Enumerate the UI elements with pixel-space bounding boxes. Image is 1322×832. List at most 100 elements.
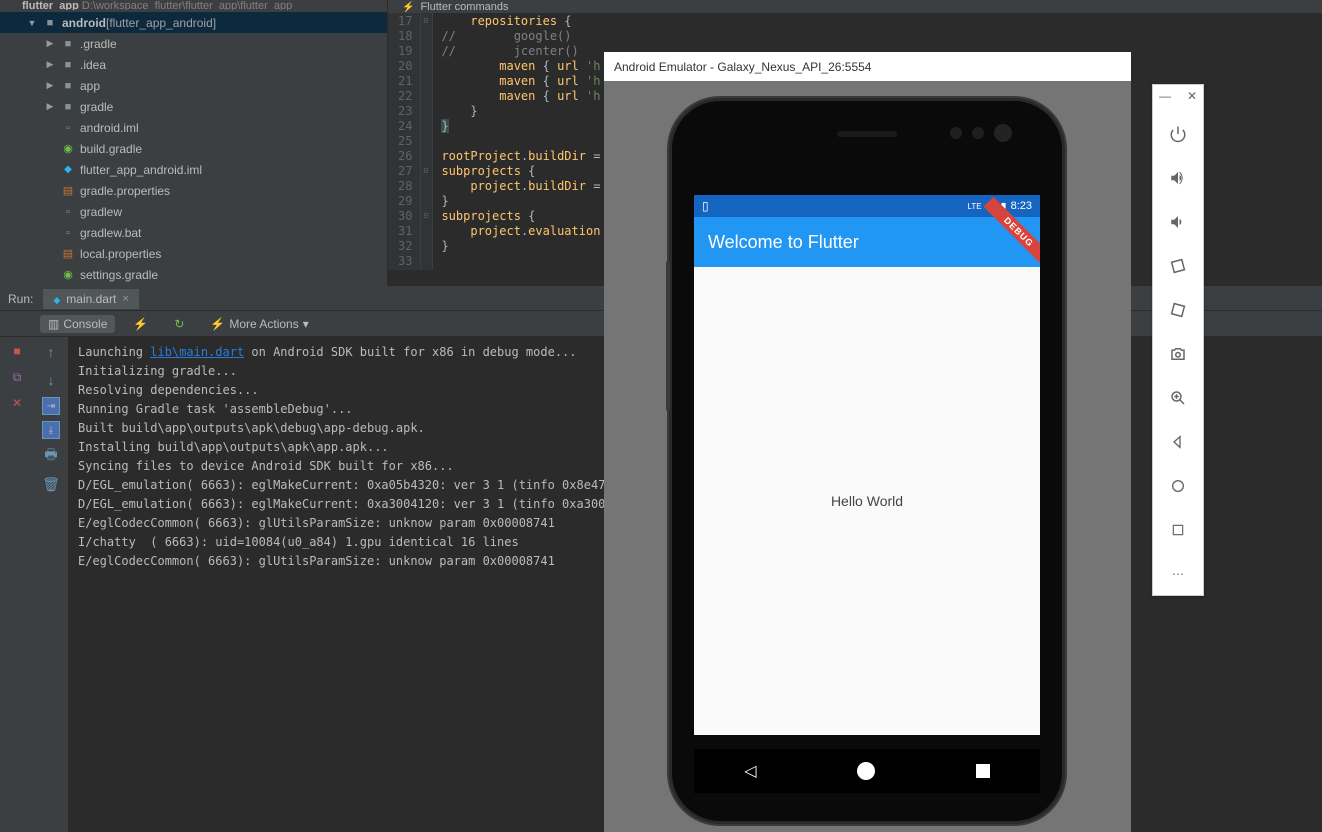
tree-arrow-icon[interactable] (44, 185, 56, 197)
tree-item[interactable]: ▶.idea (0, 54, 387, 75)
more-icon[interactable]: ⋯ (1167, 563, 1189, 585)
power-icon[interactable] (1167, 123, 1189, 145)
back-icon[interactable] (1167, 431, 1189, 453)
flutter-commands-bar[interactable]: Flutter commands (388, 1, 1322, 13)
tree-item[interactable]: ▶.gradle (0, 33, 387, 54)
app-bar: Welcome to Flutter DEBUG (694, 217, 1040, 267)
tree-item[interactable]: gradlew.bat (0, 222, 387, 243)
tree-item[interactable]: local.properties (0, 243, 387, 264)
tree-item[interactable]: android.iml (0, 117, 387, 138)
emulator-title-bar[interactable]: Android Emulator - Galaxy_Nexus_API_26:5… (604, 53, 1131, 81)
overview-icon[interactable] (1167, 519, 1189, 541)
gradle-icon (60, 267, 76, 283)
volume-up-icon[interactable] (1167, 167, 1189, 189)
back-button[interactable]: ◁ (744, 761, 756, 781)
close-icon[interactable]: × (122, 293, 128, 305)
tree-item[interactable]: ▶app (0, 75, 387, 96)
tree-item[interactable]: ▼android [flutter_app_android] (0, 12, 387, 33)
tree-item[interactable]: gradlew (0, 201, 387, 222)
console-tab[interactable]: ▥Console (40, 315, 115, 333)
emulator-toolbar: — ✕ ⋯ (1152, 84, 1204, 596)
project-panel: flutter_app D:\workspace_flutter\flutter… (0, 0, 388, 286)
run-label: Run: (8, 292, 33, 306)
tree-item[interactable]: ▶gradle (0, 96, 387, 117)
recents-button[interactable] (976, 764, 990, 778)
clear-button[interactable]: 🗑 (40, 473, 62, 495)
project-header: flutter_app D:\workspace_flutter\flutter… (0, 0, 387, 10)
tree-arrow-icon[interactable] (44, 227, 56, 239)
prop-icon (60, 183, 76, 199)
tree-item[interactable]: flutter_app_android.iml (0, 159, 387, 180)
folder-icon (60, 99, 76, 115)
volume-down-icon[interactable] (1167, 211, 1189, 233)
folder-icon (42, 15, 58, 31)
phone-speaker (837, 131, 897, 137)
line-gutter: 1718192021222324252627282930313233 (388, 13, 421, 270)
scroll-down-button[interactable]: ↓ (40, 369, 62, 391)
hot-restart-button[interactable]: ↻ (166, 315, 192, 333)
app-title: Welcome to Flutter (708, 232, 859, 253)
project-tree[interactable]: ▼android [flutter_app_android]▶.gradle▶.… (0, 10, 387, 285)
close-emulator-icon[interactable]: ✕ (1187, 89, 1197, 103)
dart-icon (53, 292, 60, 306)
phone-screen[interactable]: LTE ▲ ▮ 8:23 Welcome to Flutter DEBUG He… (694, 195, 1040, 735)
flutter-icon (60, 162, 76, 178)
hello-text: Hello World (831, 493, 903, 509)
file-icon (60, 204, 76, 220)
android-nav-bar: ◁ (694, 749, 1040, 793)
tree-arrow-icon[interactable]: ▶ (44, 101, 56, 113)
tree-arrow-icon[interactable]: ▶ (44, 38, 56, 50)
print-button[interactable]: 🖶 (40, 445, 62, 467)
tree-arrow-icon[interactable] (44, 122, 56, 134)
tree-item[interactable]: gradle.properties (0, 180, 387, 201)
tree-arrow-icon[interactable] (44, 143, 56, 155)
gradle-icon (60, 141, 76, 157)
tree-arrow-icon[interactable]: ▶ (44, 59, 56, 71)
folder-icon (60, 36, 76, 52)
hot-reload-button[interactable]: ⚡ (125, 315, 156, 333)
scroll-up-button[interactable]: ↑ (40, 341, 62, 363)
tree-arrow-icon[interactable] (44, 248, 56, 260)
folder-icon (60, 78, 76, 94)
prop-icon (60, 246, 76, 262)
home-button[interactable] (857, 762, 875, 780)
emulator-window[interactable]: Android Emulator - Galaxy_Nexus_API_26:5… (604, 52, 1131, 832)
more-actions-dropdown[interactable]: ⚡ More Actions ▾ (202, 315, 316, 333)
attach-debugger-button[interactable]: ⧉ (7, 367, 27, 387)
run-mid-toolbar: ↑ ↓ ⇥ ⤓ 🖶 🗑 (34, 337, 68, 832)
file-icon (60, 120, 76, 136)
phone-sensors (950, 127, 1012, 145)
tree-arrow-icon[interactable]: ▼ (26, 17, 38, 29)
project-path: D:\workspace_flutter\flutter_app\flutter… (82, 0, 292, 10)
zoom-icon[interactable] (1167, 387, 1189, 409)
run-left-toolbar: ■ ⧉ ✕ (0, 337, 34, 832)
fold-bar[interactable]: ⊟⊟⊟ (421, 13, 433, 270)
tree-arrow-icon[interactable] (44, 269, 56, 281)
volume-rocker (666, 261, 670, 411)
folder-icon (60, 57, 76, 73)
tree-item[interactable]: settings.gradle (0, 264, 387, 285)
camera-icon[interactable] (1167, 343, 1189, 365)
tree-arrow-icon[interactable] (44, 164, 56, 176)
home-icon[interactable] (1167, 475, 1189, 497)
run-tab-main[interactable]: main.dart × (43, 289, 138, 309)
lte-icon: LTE (968, 202, 982, 211)
notification-icon (702, 199, 709, 213)
minimize-icon[interactable]: — (1159, 89, 1171, 103)
project-name: flutter_app (22, 0, 79, 10)
close-run-button[interactable]: ✕ (7, 393, 27, 413)
clock: 8:23 (1011, 200, 1032, 212)
tree-item[interactable]: build.gradle (0, 138, 387, 159)
tree-arrow-icon[interactable]: ▶ (44, 80, 56, 92)
rotate-right-icon[interactable] (1167, 299, 1189, 321)
phone-frame: LTE ▲ ▮ 8:23 Welcome to Flutter DEBUG He… (672, 101, 1062, 821)
file-icon (60, 225, 76, 241)
app-body: Hello World (694, 267, 1040, 735)
file-link[interactable]: lib\main.dart (150, 345, 244, 359)
stop-button[interactable]: ■ (7, 341, 27, 361)
rotate-left-icon[interactable] (1167, 255, 1189, 277)
tree-arrow-icon[interactable] (44, 206, 56, 218)
code-lines[interactable]: repositories {// google()// jcenter() ma… (433, 13, 600, 270)
scroll-to-end-button[interactable]: ⤓ (42, 421, 60, 439)
soft-wrap-button[interactable]: ⇥ (42, 397, 60, 415)
